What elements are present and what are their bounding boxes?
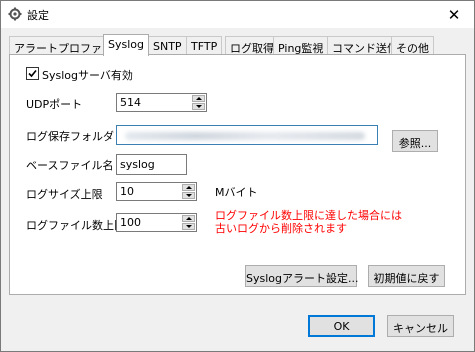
cancel-button[interactable]: キャンセル xyxy=(387,315,454,337)
syslog-alert-settings-button[interactable]: Syslogアラート設定... xyxy=(245,265,358,287)
redacted-path xyxy=(125,132,365,140)
tab-syslog[interactable]: Syslog xyxy=(103,34,149,56)
gear-icon xyxy=(8,7,22,21)
tab-sntp[interactable]: SNTP xyxy=(148,36,187,55)
spin-up-icon[interactable] xyxy=(182,215,195,222)
close-icon: ✕ xyxy=(447,5,461,24)
spin-down-icon[interactable] xyxy=(192,103,205,110)
log-folder-label: ログ保存フォルダ xyxy=(26,130,114,143)
log-count-warning: ログファイル数上限に達した場合には 古いログから削除されます xyxy=(215,209,402,235)
tab-tftp[interactable]: TFTP xyxy=(186,36,223,55)
log-count-label: ログファイル数上限 xyxy=(26,219,125,232)
spin-down-icon[interactable] xyxy=(182,192,195,199)
udp-port-stepper[interactable]: 514 xyxy=(116,93,207,112)
window-title: 設定 xyxy=(27,9,49,22)
title-bar: 設定 ✕ xyxy=(1,1,474,28)
tab-ping-monitor[interactable]: Ping監視 xyxy=(273,36,329,55)
log-size-label: ログサイズ上限 xyxy=(26,188,103,201)
log-size-stepper[interactable]: 10 xyxy=(116,182,197,201)
log-size-unit: Mバイト xyxy=(215,186,258,199)
spin-up-icon[interactable] xyxy=(182,184,195,191)
close-button[interactable]: ✕ xyxy=(434,1,474,28)
browse-button[interactable]: 参照... xyxy=(392,130,438,152)
syslog-enable-label[interactable]: Syslogサーバ有効 xyxy=(42,67,133,83)
base-filename-input[interactable]: syslog xyxy=(116,154,187,175)
checkmark-icon xyxy=(28,69,37,78)
tab-log-fetch[interactable]: ログ取得 xyxy=(225,36,279,55)
settings-dialog: 設定 ✕ アラートプロファイル Syslog SNTP TFTP ログ取得 Pi… xyxy=(0,0,475,352)
spin-down-icon[interactable] xyxy=(182,223,195,230)
reset-defaults-button[interactable]: 初期値に戻す xyxy=(368,265,445,287)
tab-other[interactable]: その他 xyxy=(391,36,434,55)
tab-strip: アラートプロファイル Syslog SNTP TFTP ログ取得 Ping監視 … xyxy=(9,34,465,56)
udp-port-value: 514 xyxy=(120,96,141,109)
log-size-value: 10 xyxy=(120,185,134,198)
udp-port-label: UDPポート xyxy=(26,98,83,111)
log-count-stepper[interactable]: 100 xyxy=(116,213,197,232)
log-folder-field[interactable] xyxy=(116,125,378,145)
log-count-value: 100 xyxy=(120,216,141,229)
syslog-panel: Syslogサーバ有効 UDPポート 514 ログ保存フォルダ 参照... ベー… xyxy=(9,54,466,295)
base-filename-label: ベースファイル名 xyxy=(26,159,114,172)
syslog-enable-checkbox[interactable] xyxy=(26,67,39,80)
spin-up-icon[interactable] xyxy=(192,95,205,102)
ok-button[interactable]: OK xyxy=(308,315,375,337)
